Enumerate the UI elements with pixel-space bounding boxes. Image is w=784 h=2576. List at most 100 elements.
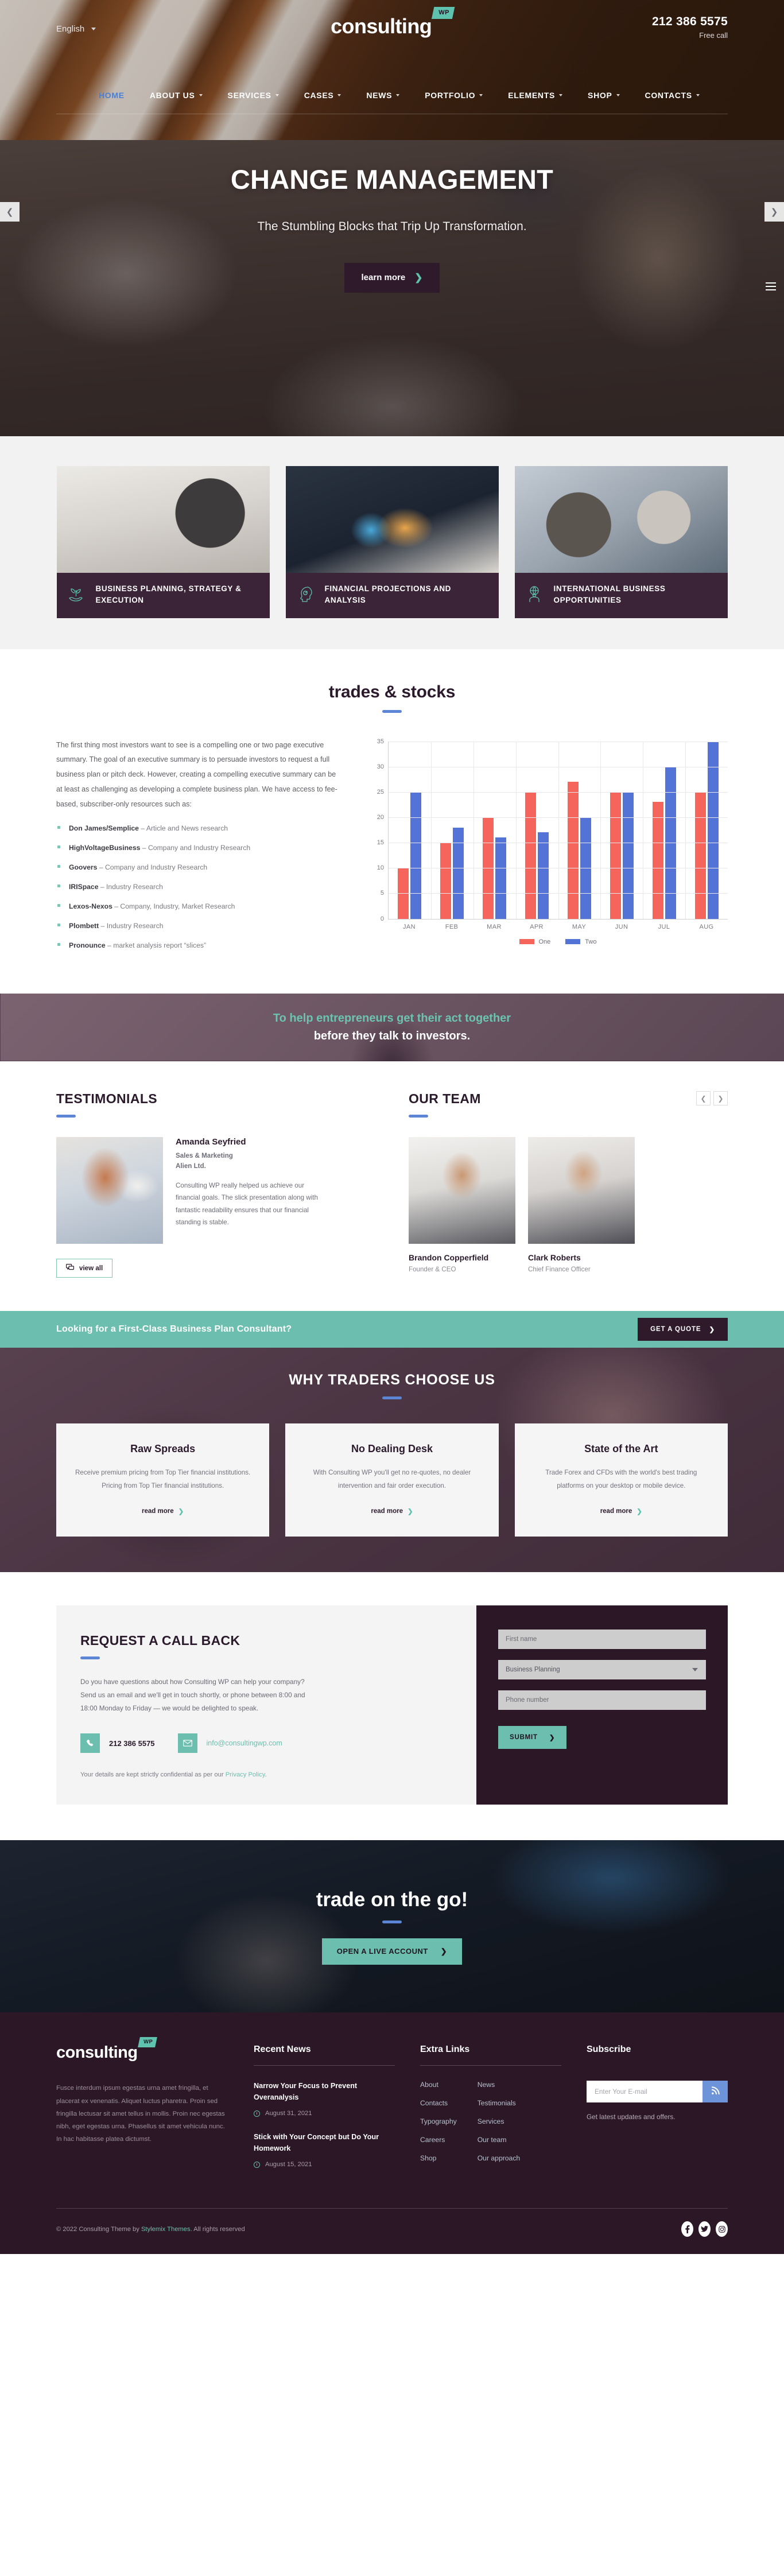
chart-bar (538, 832, 549, 919)
subscribe-email-input[interactable] (587, 2081, 703, 2103)
nav-item-home[interactable]: HOME (86, 85, 137, 106)
header-phone-number[interactable]: 212 386 5575 (652, 15, 728, 29)
submit-button[interactable]: SUBMIT ❯ (498, 1726, 567, 1749)
nav-item-contacts[interactable]: CONTACTS (632, 85, 712, 106)
callback-email: info@consultingwp.com (206, 1739, 282, 1748)
read-more-link[interactable]: read more ❯ (371, 1507, 413, 1515)
team-prev-button[interactable]: ❮ (696, 1091, 711, 1106)
footer-links-col-1: About Contacts Typography Careers Shop (420, 2081, 457, 2162)
chart-vertical-separator (473, 741, 474, 919)
chart-legend-item: Two (565, 938, 596, 945)
chart-x-tick: JAN (403, 923, 416, 930)
site-logo[interactable]: consulting WP (331, 7, 455, 37)
chart-legend-label: Two (585, 938, 597, 945)
title-underline (382, 1920, 402, 1923)
team-member-role: Chief Finance Officer (528, 1266, 591, 1274)
trades-paragraph: The first thing most investors want to s… (56, 740, 337, 808)
page-root: English consulting WP 212 386 5575 Free … (0, 0, 784, 2255)
footer-link-services[interactable]: Services (478, 2117, 521, 2125)
read-more-link[interactable]: read more ❯ (142, 1507, 184, 1515)
resource-name: Lexos-Nexos (69, 902, 112, 910)
phone-number-input[interactable] (498, 1690, 706, 1710)
nav-item-news[interactable]: NEWS (354, 85, 412, 106)
chevron-down-icon (559, 94, 563, 96)
footer-logo[interactable]: consulting WP (56, 2037, 228, 2061)
subscribe-submit-button[interactable] (703, 2081, 728, 2103)
why-card-heading: Raw Spreads (130, 1443, 196, 1455)
trades-header: trades & stocks (56, 682, 728, 713)
news-item-title[interactable]: Narrow Your Focus to Prevent Overanalysi… (254, 2081, 395, 2103)
first-name-input[interactable] (498, 1630, 706, 1650)
callback-phone-row[interactable]: 212 386 5575 (80, 1733, 155, 1753)
instagram-icon[interactable] (716, 2221, 728, 2237)
chevron-right-icon: ❯ (549, 1735, 556, 1742)
open-live-account-button[interactable]: OPEN A LIVE ACCOUNT ❯ (321, 1938, 463, 1965)
footer-link-typography[interactable]: Typography (420, 2117, 457, 2125)
team-member-card[interactable]: Clark Roberts Chief Finance Officer (528, 1137, 635, 1273)
chart-legend: One Two (388, 938, 728, 945)
stylemix-link[interactable]: Stylemix Themes (141, 2226, 191, 2233)
view-all-label: view all (79, 1264, 103, 1273)
why-card-heading: No Dealing Desk (351, 1443, 433, 1455)
nav-item-shop[interactable]: SHOP (575, 85, 632, 106)
menu-icon-bar (766, 289, 776, 290)
side-menu-toggle[interactable] (766, 282, 776, 290)
nav-item-about-us[interactable]: ABOUT US (137, 85, 215, 106)
consultant-cta-text: Looking for a First-Class Business Plan … (56, 1324, 292, 1334)
rss-icon (711, 2086, 720, 2097)
resource-list-item: Lexos-Nexos – Company, Industry, Market … (56, 902, 343, 911)
nav-item-portfolio[interactable]: PORTFOLIO (412, 85, 495, 106)
read-more-link[interactable]: read more ❯ (600, 1507, 642, 1515)
copyright-bar: © 2022 Consulting Theme by Stylemix Them… (56, 2209, 728, 2254)
nav-item-cases[interactable]: CASES (292, 85, 354, 106)
callback-section: REQUEST A CALL BACK Do you have question… (0, 1572, 784, 1841)
view-all-button[interactable]: view all (56, 1259, 113, 1278)
callback-email-row[interactable]: info@consultingwp.com (177, 1733, 282, 1753)
chart-bar (440, 843, 452, 919)
facebook-icon[interactable] (681, 2221, 693, 2237)
feature-card-image (514, 466, 728, 573)
learn-more-button[interactable]: learn more ❯ (344, 262, 440, 293)
news-item-title[interactable]: Stick with Your Concept but Do Your Home… (254, 2132, 395, 2154)
trades-title: trades & stocks (328, 682, 456, 701)
team-member-card[interactable]: Brandon Copperfield Founder & CEO (409, 1137, 515, 1273)
twitter-icon[interactable] (698, 2221, 711, 2237)
footer-link-about[interactable]: About (420, 2081, 457, 2089)
team-next-button[interactable]: ❯ (713, 1091, 728, 1106)
news-item-date: August 31, 2021 (265, 2110, 312, 2117)
trades-text-column: The first thing most investors want to s… (56, 738, 343, 961)
feature-card[interactable]: FINANCIAL PROJECTIONS AND ANALYSIS (285, 466, 499, 618)
hero-prev-button[interactable]: ❮ (0, 202, 20, 222)
feature-card-label: FINANCIAL PROJECTIONS AND ANALYSIS (324, 584, 452, 605)
nav-item-elements[interactable]: ELEMENTS (495, 85, 575, 106)
feature-card[interactable]: BUSINESS PLANNING, STRATEGY & EXECUTION (56, 466, 270, 618)
feature-cards-row: BUSINESS PLANNING, STRATEGY & EXECUTION F… (56, 466, 728, 618)
chart-y-tick: 0 (380, 915, 384, 922)
footer-link-our-approach[interactable]: Our approach (478, 2154, 521, 2162)
why-card: State of the Art Trade Forex and CFDs wit… (514, 1423, 728, 1537)
hero-next-button[interactable]: ❯ (764, 202, 784, 222)
privacy-policy-link[interactable]: Privacy Policy (226, 1771, 265, 1778)
subscribe-note: Get latest updates and offers. (587, 2113, 676, 2121)
footer-link-news[interactable]: News (478, 2081, 521, 2089)
nav-item-services[interactable]: SERVICES (215, 85, 292, 106)
chart-bar (694, 792, 706, 919)
language-selector[interactable]: English (56, 24, 96, 34)
service-select[interactable]: Business Planning (498, 1660, 706, 1680)
chevron-down-icon (199, 94, 203, 96)
get-a-quote-button[interactable]: GET A QUOTE ❯ (638, 1318, 728, 1341)
footer-link-careers[interactable]: Careers (420, 2136, 457, 2144)
feature-card-image (56, 466, 270, 573)
chart-plot-area: 0 5 10 15 20 25 30 35 (377, 738, 728, 922)
footer-links-heading: Extra Links (420, 2044, 470, 2055)
feature-card[interactable]: INTERNATIONAL BUSINESS OPPORTUNITIES (514, 466, 728, 618)
nav-item-label: SERVICES (227, 91, 271, 100)
nav-item-label: ELEMENTS (508, 91, 556, 100)
footer-link-contacts[interactable]: Contacts (420, 2099, 457, 2107)
footer-link-shop[interactable]: Shop (420, 2154, 457, 2162)
footer-link-testimonials[interactable]: Testimonials (478, 2099, 521, 2107)
nav-item-label: ABOUT US (149, 91, 195, 100)
nav-item-label: CASES (304, 91, 334, 100)
trade-on-the-go-section: trade on the go! OPEN A LIVE ACCOUNT ❯ (0, 1840, 784, 2013)
footer-link-our-team[interactable]: Our team (478, 2136, 521, 2144)
